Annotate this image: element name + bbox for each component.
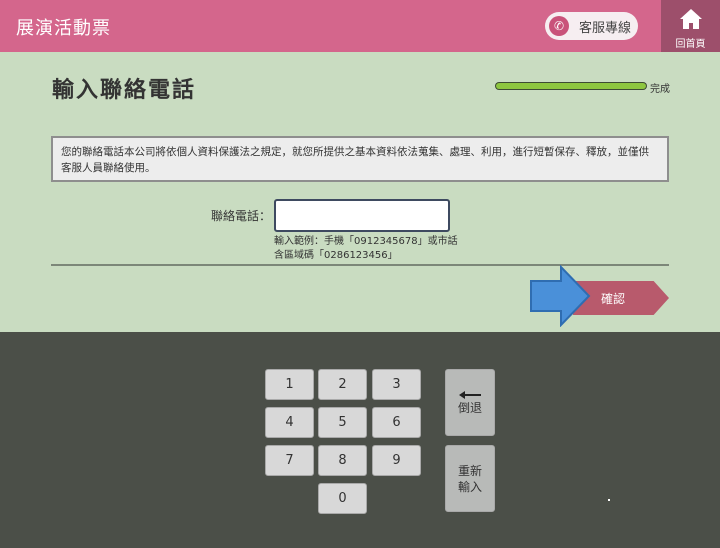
confirm-label: 確認 bbox=[601, 292, 626, 306]
arrow-left-icon bbox=[459, 390, 481, 399]
app-title: 展演活動票 bbox=[16, 18, 111, 39]
customer-service-button[interactable]: ✆ 客服專線 bbox=[545, 12, 638, 40]
reset-button[interactable]: 重新 輸入 bbox=[445, 445, 495, 512]
phone-hint: 輸入範例：手機「0912345678」或市話 含區域碼「0286123456」 bbox=[274, 235, 458, 263]
key-1[interactable]: 1 bbox=[265, 369, 314, 400]
backspace-label: 倒退 bbox=[457, 400, 482, 415]
key-8[interactable]: 8 bbox=[318, 445, 367, 476]
key-3[interactable]: 3 bbox=[372, 369, 421, 400]
home-button[interactable]: 回首頁 bbox=[661, 0, 720, 52]
progress-fill bbox=[496, 83, 646, 89]
main-panel: 輸入聯絡電話 完成 您的聯絡電話本公司將依個人資料保護法之規定，就您所提供之基本… bbox=[0, 52, 720, 332]
arrow-right-icon bbox=[530, 265, 591, 327]
key-5[interactable]: 5 bbox=[318, 407, 367, 438]
backspace-button[interactable]: 倒退 bbox=[445, 369, 495, 436]
progress-bar bbox=[495, 82, 647, 90]
key-7[interactable]: 7 bbox=[265, 445, 314, 476]
phone-field-label: 聯絡電話： bbox=[211, 209, 272, 223]
reset-label-line-1: 重新 bbox=[457, 463, 482, 478]
key-0[interactable]: 0 bbox=[318, 483, 367, 514]
cursor-dot bbox=[608, 499, 610, 501]
home-label: 回首頁 bbox=[675, 39, 706, 50]
key-4[interactable]: 4 bbox=[265, 407, 314, 438]
key-6[interactable]: 6 bbox=[372, 407, 421, 438]
header-bar: 展演活動票 ✆ 客服專線 回首頁 bbox=[0, 0, 720, 52]
phone-input[interactable] bbox=[274, 199, 450, 232]
phone-hint-line-1: 輸入範例：手機「0912345678」或市話 bbox=[274, 236, 458, 247]
key-2[interactable]: 2 bbox=[318, 369, 367, 400]
customer-service-label: 客服專線 bbox=[579, 20, 632, 36]
phone-icon: ✆ bbox=[549, 16, 569, 36]
key-9[interactable]: 9 bbox=[372, 445, 421, 476]
privacy-notice: 您的聯絡電話本公司將依個人資料保護法之規定，就您所提供之基本資料依法蒐集、處理、… bbox=[51, 136, 669, 182]
progress-label: 完成 bbox=[650, 84, 670, 95]
page-title: 輸入聯絡電話 bbox=[52, 78, 197, 103]
phone-hint-line-2: 含區域碼「0286123456」 bbox=[274, 250, 398, 261]
home-icon bbox=[680, 9, 702, 29]
reset-label-line-2: 輸入 bbox=[457, 479, 482, 494]
